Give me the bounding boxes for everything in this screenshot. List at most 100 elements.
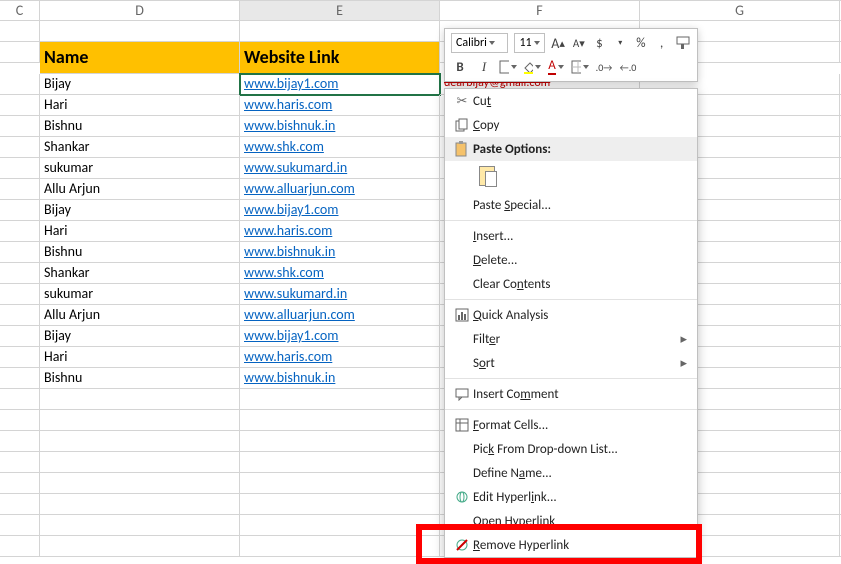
currency-dropdown[interactable]: ▾: [613, 33, 628, 53]
format-cells-item[interactable]: Format Cells...: [445, 413, 697, 437]
link-cell[interactable]: www.shk.com: [240, 137, 440, 158]
col-header-g[interactable]: G: [640, 0, 840, 21]
clear-contents-item[interactable]: Clear Contents: [445, 272, 697, 296]
cell[interactable]: [0, 242, 40, 263]
cell[interactable]: [40, 21, 240, 42]
name-cell[interactable]: Hari: [40, 95, 240, 116]
name-cell[interactable]: Hari: [40, 347, 240, 368]
cell[interactable]: [0, 221, 40, 242]
cell[interactable]: [40, 515, 240, 536]
cell[interactable]: [0, 116, 40, 137]
increase-decimal-button[interactable]: .0→: [595, 57, 613, 77]
cut-item[interactable]: ✂ Cut: [445, 89, 697, 113]
name-cell[interactable]: Bishnu: [40, 116, 240, 137]
hyperlink[interactable]: www.bishnuk.in: [244, 117, 335, 134]
cell[interactable]: [40, 431, 240, 452]
currency-style-button[interactable]: $: [592, 33, 607, 53]
font-name-select[interactable]: Calibri: [451, 33, 508, 53]
link-cell[interactable]: www.bijay1.com: [240, 326, 440, 347]
col-header-c[interactable]: C: [0, 0, 40, 21]
name-cell[interactable]: sukumar: [40, 158, 240, 179]
cell[interactable]: [40, 410, 240, 431]
cell[interactable]: [0, 473, 40, 494]
header-website[interactable]: Website Link: [240, 42, 440, 74]
col-header-d[interactable]: D: [40, 0, 240, 21]
bold-button[interactable]: B: [451, 57, 469, 77]
name-cell[interactable]: Allu Arjun: [40, 305, 240, 326]
link-cell[interactable]: www.sukumard.in: [240, 158, 440, 179]
name-cell[interactable]: sukumar: [40, 284, 240, 305]
font-color-button[interactable]: A: [547, 57, 565, 77]
link-cell[interactable]: www.bijay1.com: [240, 200, 440, 221]
cell[interactable]: [0, 200, 40, 221]
name-cell[interactable]: Allu Arjun: [40, 179, 240, 200]
name-cell[interactable]: Hari: [40, 221, 240, 242]
cell[interactable]: [0, 452, 40, 473]
hyperlink[interactable]: www.shk.com: [244, 138, 324, 155]
cell[interactable]: [240, 452, 440, 473]
name-cell[interactable]: Shankar: [40, 263, 240, 284]
decrease-decimal-button[interactable]: ←.0: [619, 57, 637, 77]
fill-color-button[interactable]: [523, 57, 541, 77]
link-cell[interactable]: www.alluarjun.com: [240, 305, 440, 326]
cell[interactable]: [0, 305, 40, 326]
font-size-select[interactable]: 11: [514, 33, 544, 53]
cell[interactable]: [240, 431, 440, 452]
sort-item[interactable]: Sort▸: [445, 351, 697, 375]
hyperlink[interactable]: www.bishnuk.in: [244, 243, 335, 260]
delete-item[interactable]: Delete...: [445, 248, 697, 272]
italic-button[interactable]: I: [475, 57, 493, 77]
cell[interactable]: [240, 494, 440, 515]
cell[interactable]: [0, 137, 40, 158]
link-cell[interactable]: www.shk.com: [240, 263, 440, 284]
header-name[interactable]: Name: [40, 42, 240, 74]
spreadsheet-grid[interactable]: C D E F G Name Website Link Bijay www.bi…: [0, 0, 841, 557]
cell[interactable]: [0, 42, 40, 63]
cell[interactable]: [240, 389, 440, 410]
cell[interactable]: [240, 536, 440, 557]
cell[interactable]: [0, 95, 40, 116]
increase-font-button[interactable]: A▴: [551, 33, 566, 53]
hyperlink[interactable]: www.shk.com: [244, 264, 324, 281]
name-cell[interactable]: Bishnu: [40, 368, 240, 389]
hyperlink[interactable]: www.bishnuk.in: [244, 369, 335, 386]
decrease-font-button[interactable]: A▾: [571, 33, 586, 53]
hyperlink[interactable]: www.bijay1.com: [244, 327, 338, 344]
format-painter-button[interactable]: [675, 33, 691, 53]
cell[interactable]: [240, 473, 440, 494]
cell[interactable]: [40, 473, 240, 494]
hyperlink[interactable]: www.alluarjun.com: [244, 180, 355, 197]
hyperlink[interactable]: www.haris.com: [244, 348, 332, 365]
link-cell[interactable]: www.bishnuk.in: [240, 368, 440, 389]
remove-hyperlink-item[interactable]: Remove Hyperlink: [445, 533, 697, 557]
cell[interactable]: [0, 389, 40, 410]
hyperlink[interactable]: www.alluarjun.com: [244, 306, 355, 323]
col-header-f[interactable]: F: [440, 0, 640, 21]
cell[interactable]: [40, 389, 240, 410]
cell[interactable]: [0, 21, 40, 42]
link-cell[interactable]: www.haris.com: [240, 221, 440, 242]
edit-hyperlink-item[interactable]: Edit Hyperlink...: [445, 485, 697, 509]
cell[interactable]: [0, 158, 40, 179]
cell[interactable]: [0, 179, 40, 200]
cell[interactable]: [240, 515, 440, 536]
filter-item[interactable]: Filter▸: [445, 327, 697, 351]
cell[interactable]: [0, 347, 40, 368]
paste-special-item[interactable]: Paste Special...: [445, 193, 697, 217]
cell[interactable]: [40, 452, 240, 473]
name-cell[interactable]: Bishnu: [40, 242, 240, 263]
open-hyperlink-item[interactable]: Open Hyperlink: [445, 509, 697, 533]
cell[interactable]: [0, 494, 40, 515]
pick-dropdown-item[interactable]: Pick From Drop-down List...: [445, 437, 697, 461]
link-cell[interactable]: www.sukumard.in: [240, 284, 440, 305]
paste-default-item[interactable]: [445, 161, 697, 193]
hyperlink[interactable]: www.bijay1.com: [244, 75, 338, 92]
link-cell[interactable]: www.bishnuk.in: [240, 116, 440, 137]
link-cell[interactable]: www.haris.com: [240, 95, 440, 116]
cell[interactable]: [0, 326, 40, 347]
cell[interactable]: [0, 74, 40, 95]
copy-item[interactable]: Copy: [445, 113, 697, 137]
cell[interactable]: [240, 410, 440, 431]
cell[interactable]: [0, 284, 40, 305]
insert-comment-item[interactable]: Insert Comment: [445, 382, 697, 406]
